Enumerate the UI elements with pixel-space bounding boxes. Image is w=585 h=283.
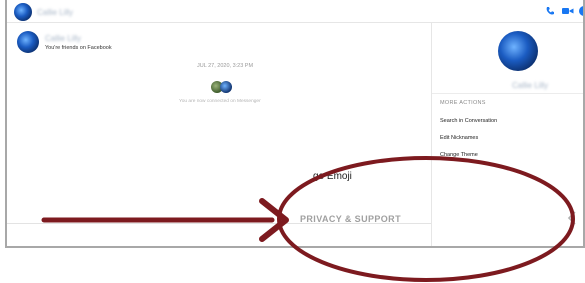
chevron-left-icon[interactable]	[567, 211, 577, 225]
date-stamp: JUL 27, 2020, 3:23 PM	[197, 63, 254, 69]
video-call-icon[interactable]	[562, 6, 574, 16]
contact-name[interactable]: Callie Lilly	[37, 8, 73, 17]
friend-avatar[interactable]	[17, 31, 39, 53]
participants-avatars	[211, 81, 233, 93]
privacy-support-section[interactable]: PRIVACY & SUPPORT	[300, 214, 401, 224]
conversation-details-panel: Callie Lilly MORE ACTIONS ⌄ Search in Co…	[431, 23, 583, 246]
friend-status-text: You're friends on Facebook	[45, 45, 112, 51]
connected-notice: You are now connected on Messenger	[179, 99, 261, 104]
action-search-in-conversation[interactable]: Search in Conversation	[440, 118, 497, 124]
panel-divider	[432, 93, 583, 94]
contact-avatar[interactable]	[14, 3, 32, 21]
profile-avatar-large[interactable]	[498, 31, 538, 71]
phone-icon[interactable]	[545, 6, 555, 16]
info-icon[interactable]	[579, 6, 585, 16]
action-edit-nicknames[interactable]: Edit Nicknames	[440, 135, 478, 141]
profile-name[interactable]: Callie Lilly	[512, 81, 548, 90]
conversation-header: Callie Lilly	[7, 0, 583, 23]
change-emoji-partial-label[interactable]: ge Emoji	[313, 171, 352, 182]
action-change-theme[interactable]: Change Theme	[440, 152, 478, 158]
messenger-window: Callie Lilly Callie Lilly You're friends…	[5, 0, 585, 248]
contact-avatar-small	[220, 81, 232, 93]
more-actions-header[interactable]: MORE ACTIONS	[440, 100, 486, 106]
friend-name[interactable]: Callie Lilly	[45, 34, 81, 43]
